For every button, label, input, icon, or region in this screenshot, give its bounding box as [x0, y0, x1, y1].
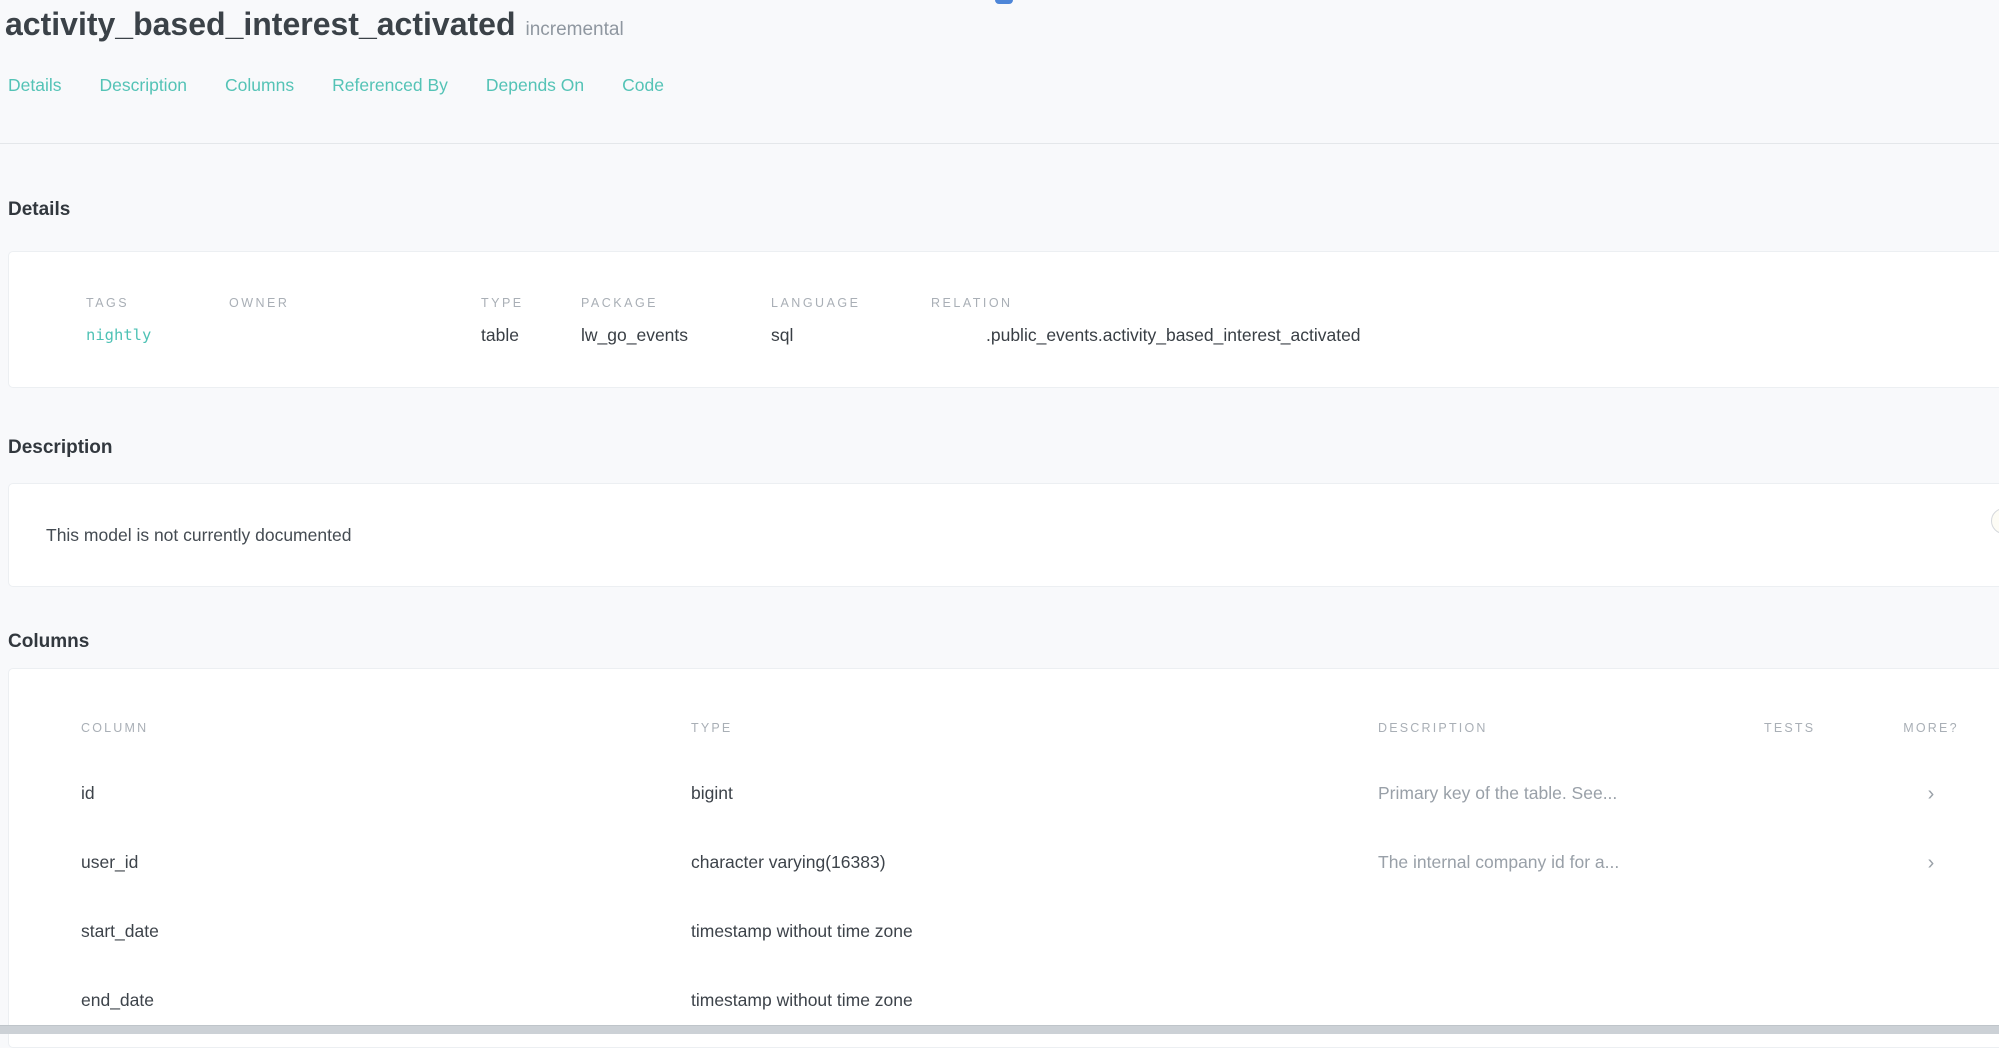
horizontal-scrollbar[interactable]	[0, 1025, 1999, 1034]
description-section: Description This model is not currently …	[0, 437, 1999, 587]
nav-link-depends-on[interactable]: Depends On	[486, 75, 584, 96]
page-title: activity_based_interest_activated increme…	[5, 6, 1999, 43]
materialization-badge: incremental	[525, 19, 623, 40]
columns-section-heading: Columns	[8, 631, 1999, 653]
column-type: bigint	[691, 783, 1378, 804]
column-header-description: DESCRIPTION	[1378, 721, 1764, 735]
column-name: start_date	[81, 921, 691, 942]
column-type: timestamp without time zone	[691, 921, 1378, 942]
nav-link-description[interactable]: Description	[100, 75, 188, 96]
table-row-start-date[interactable]: start_date timestamp without time zone	[9, 897, 1999, 966]
detail-field-language: LANGUAGE sql	[771, 296, 931, 387]
column-name: user_id	[81, 852, 691, 873]
details-card: TAGS nightly OWNER TYPE table PACKAGE lw…	[8, 251, 1999, 388]
model-name: activity_based_interest_activated	[5, 6, 515, 42]
column-header-tests: TESTS	[1764, 721, 1892, 735]
nav-link-details[interactable]: Details	[8, 75, 62, 96]
description-text: This model is not currently documented	[46, 525, 1999, 546]
details-section: Details TAGS nightly OWNER TYPE table PA…	[0, 199, 1999, 388]
cut-off-top-element	[995, 0, 1013, 4]
package-value: lw_go_events	[581, 325, 771, 346]
details-section-heading: Details	[8, 199, 1999, 221]
table-row-user-id[interactable]: user_id character varying(16383) The int…	[9, 828, 1999, 897]
owner-label: OWNER	[229, 296, 481, 310]
relation-label: RELATION	[931, 296, 1999, 310]
detail-field-tags: TAGS nightly	[86, 296, 229, 387]
description-card: This model is not currently documented	[8, 483, 1999, 587]
detail-field-owner: OWNER	[229, 296, 481, 387]
tag-link-nightly[interactable]: nightly	[86, 325, 229, 346]
column-name: end_date	[81, 990, 691, 1011]
detail-field-package: PACKAGE lw_go_events	[581, 296, 771, 387]
type-label: TYPE	[481, 296, 581, 310]
table-row-id[interactable]: id bigint Primary key of the table. See.…	[9, 759, 1999, 828]
language-value: sql	[771, 325, 931, 346]
column-header-type: TYPE	[691, 721, 1378, 735]
type-value: table	[481, 325, 581, 346]
chevron-right-icon[interactable]: ›	[1892, 784, 1999, 804]
relation-value: .public_events.activity_based_interest_a…	[931, 325, 1999, 346]
nav-link-code[interactable]: Code	[622, 75, 664, 96]
chevron-right-icon[interactable]: ›	[1892, 853, 1999, 873]
column-type: character varying(16383)	[691, 852, 1378, 873]
columns-table-header-row: COLUMN TYPE DESCRIPTION TESTS MORE?	[9, 669, 1999, 735]
column-header-more: MORE?	[1892, 721, 1999, 735]
detail-field-type: TYPE table	[481, 296, 581, 387]
column-name: id	[81, 783, 691, 804]
column-description: Primary key of the table. See...	[1378, 783, 1764, 804]
columns-table-card: COLUMN TYPE DESCRIPTION TESTS MORE? id b…	[8, 668, 1999, 1048]
package-label: PACKAGE	[581, 296, 771, 310]
column-type: timestamp without time zone	[691, 990, 1378, 1011]
columns-table-body: id bigint Primary key of the table. See.…	[9, 759, 1999, 1035]
nav-link-referenced-by[interactable]: Referenced By	[332, 75, 448, 96]
column-description: The internal company id for a...	[1378, 852, 1764, 873]
columns-section: Columns COLUMN TYPE DESCRIPTION TESTS MO…	[0, 631, 1999, 1048]
section-anchor-nav: Details Description Columns Referenced B…	[0, 75, 1999, 144]
nav-link-columns[interactable]: Columns	[225, 75, 294, 96]
column-header-column: COLUMN	[81, 721, 691, 735]
detail-field-relation: RELATION .public_events.activity_based_i…	[931, 296, 1999, 387]
language-label: LANGUAGE	[771, 296, 931, 310]
description-section-heading: Description	[8, 437, 1999, 459]
tags-label: TAGS	[86, 296, 229, 310]
model-header: activity_based_interest_activated increme…	[0, 0, 1999, 43]
